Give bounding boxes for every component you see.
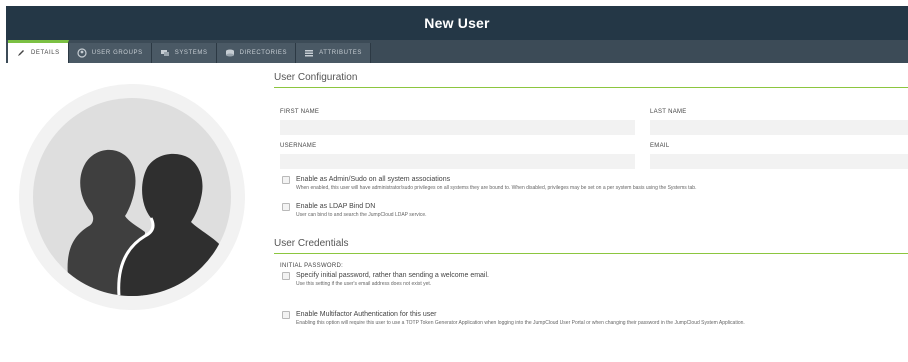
email-label: EMAIL [650, 143, 670, 149]
page-title: New User [424, 15, 490, 31]
user-groups-icon [77, 48, 87, 58]
mfa-text: Enable Multifactor Authentication for th… [296, 310, 745, 327]
mfa-label: Enable Multifactor Authentication for th… [296, 311, 437, 318]
user-credentials-heading: User Credentials [274, 238, 908, 254]
tab-label: User Groups [91, 50, 143, 56]
tab-attributes[interactable]: Attributes [296, 43, 371, 63]
attributes-icon [304, 48, 314, 58]
user-configuration-heading: User Configuration [274, 72, 908, 88]
tab-bar: Details User Groups Systems Directories … [6, 40, 908, 63]
email-field[interactable] [650, 154, 908, 169]
directories-icon [225, 48, 235, 58]
last-name-field[interactable] [650, 120, 908, 135]
tab-label: Attributes [319, 50, 362, 56]
specify-password-label: Specify initial password, rather than se… [296, 272, 489, 279]
tab-user-groups[interactable]: User Groups [68, 43, 152, 63]
admin-sudo-text: Enable as Admin/Sudo on all system assoc… [296, 175, 696, 192]
tab-label: Directories [239, 50, 288, 56]
mfa-checkbox[interactable] [282, 311, 290, 319]
ldap-bind-description: User can bind to and search the JumpClou… [296, 212, 427, 218]
tab-label: Details [31, 50, 60, 56]
systems-icon [160, 48, 170, 58]
first-name-field[interactable] [280, 120, 635, 135]
admin-sudo-label: Enable as Admin/Sudo on all system assoc… [296, 176, 451, 183]
user-credentials-fields: INITIAL PASSWORD: Specify initial passwo… [274, 254, 908, 354]
specify-password-text: Specify initial password, rather than se… [296, 271, 489, 288]
specify-password-checkbox[interactable] [282, 272, 290, 280]
avatar-background [33, 98, 231, 296]
specify-password-option: Specify initial password, rather than se… [282, 271, 902, 288]
admin-sudo-description: When enabled, this user will have admini… [296, 185, 697, 191]
tab-directories[interactable]: Directories [216, 43, 297, 63]
ldap-bind-checkbox[interactable] [282, 203, 290, 211]
last-name-label: LAST NAME [650, 109, 687, 115]
mfa-option: Enable Multifactor Authentication for th… [282, 310, 902, 327]
pencil-icon [16, 48, 26, 58]
specify-password-description: Use this setting if the user's email add… [296, 281, 432, 287]
ldap-bind-text: Enable as LDAP Bind DN User can bind to … [296, 202, 427, 219]
form-content: User Configuration FIRST NAME LAST NAME … [274, 72, 908, 354]
ldap-bind-option: Enable as LDAP Bind DN User can bind to … [282, 202, 902, 219]
first-name-label: FIRST NAME [280, 109, 320, 115]
admin-sudo-option: Enable as Admin/Sudo on all system assoc… [282, 175, 902, 192]
username-field[interactable] [280, 154, 635, 169]
user-configuration-fields: FIRST NAME LAST NAME USERNAME EMAIL Enab… [274, 88, 908, 238]
initial-password-label: INITIAL PASSWORD: [280, 263, 344, 269]
tab-details[interactable]: Details [8, 40, 69, 63]
mfa-description: Enabling this option will require this u… [296, 320, 745, 326]
tab-systems[interactable]: Systems [151, 43, 217, 63]
user-silhouette-icon [67, 149, 231, 296]
user-avatar [19, 84, 245, 310]
tab-label: Systems [174, 50, 208, 56]
admin-sudo-checkbox[interactable] [282, 176, 290, 184]
username-label: USERNAME [280, 143, 317, 149]
modal-header: New User [6, 6, 908, 40]
ldap-bind-label: Enable as LDAP Bind DN [296, 203, 376, 210]
